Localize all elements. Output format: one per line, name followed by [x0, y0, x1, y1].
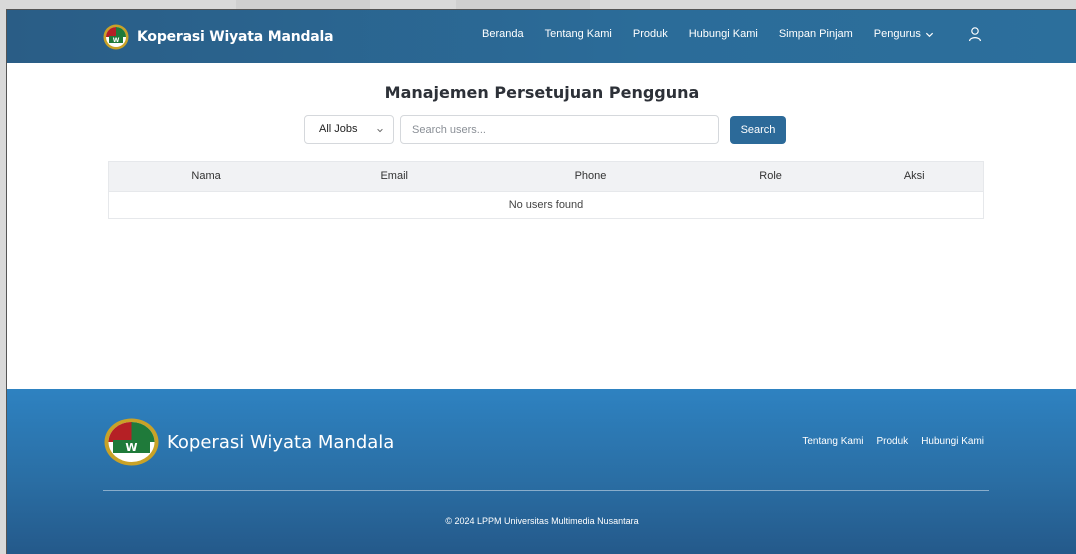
column-header-phone: Phone [574, 170, 607, 183]
koperasi-logo-icon: W [103, 24, 129, 50]
chevron-down-icon [377, 128, 383, 133]
nav-link-produk[interactable]: Produk [633, 28, 668, 40]
navbar: W Koperasi Wiyata Mandala Beranda Tentan… [7, 10, 1076, 63]
table-row: No users found [109, 190, 983, 219]
nav-link-tentang-kami[interactable]: Tentang Kami [545, 28, 612, 40]
column-header-email: Email [380, 170, 408, 183]
brand-name: Koperasi Wiyata Mandala [137, 29, 334, 45]
svg-text:W: W [113, 37, 120, 44]
footer-link-hubungi-kami[interactable]: Hubungi Kami [921, 436, 984, 447]
empty-state-message: No users found [109, 190, 983, 219]
search-input[interactable] [400, 115, 719, 144]
footer-link-tentang-kami[interactable]: Tentang Kami [802, 436, 863, 447]
footer-brand-name: Koperasi Wiyata Mandala [167, 431, 395, 453]
column-header-aksi: Aksi [903, 170, 925, 183]
nav-link-simpan-pinjam[interactable]: Simpan Pinjam [779, 28, 853, 40]
chevron-down-icon [925, 32, 933, 37]
browser-viewport: W Koperasi Wiyata Mandala Beranda Tentan… [6, 9, 1076, 554]
page-title: Manajemen Persetujuan Pengguna [384, 83, 700, 102]
column-header-nama: Nama [191, 170, 221, 183]
footer-brand: W Koperasi Wiyata Mandala [104, 418, 394, 466]
table-header-row: Nama Email Phone Role Aksi [109, 162, 983, 191]
filter-bar: All Jobs Search [7, 115, 1076, 145]
column-header-role: Role [759, 170, 782, 183]
nav-link-hubungi-kami[interactable]: Hubungi Kami [689, 28, 758, 40]
user-icon[interactable] [967, 26, 983, 42]
footer-nav: Tentang Kami Produk Hubungi Kami [789, 436, 984, 447]
footer: W Koperasi Wiyata Mandala Tentang Kami P… [7, 389, 1076, 554]
nav-dropdown-label: Pengurus [873, 28, 921, 40]
footer-divider [103, 490, 989, 491]
users-table: Nama Email Phone Role Aksi No users foun… [108, 161, 984, 219]
job-filter-value: All Jobs [319, 123, 358, 135]
job-filter-select[interactable]: All Jobs [304, 115, 394, 144]
main-nav: Beranda Tentang Kami Produk Hubungi Kami… [482, 28, 955, 40]
brand[interactable]: W Koperasi Wiyata Mandala [103, 24, 334, 50]
nav-dropdown-pengurus[interactable]: Pengurus [874, 28, 934, 40]
footer-link-produk[interactable]: Produk [877, 436, 909, 447]
svg-text:W: W [125, 441, 137, 454]
copyright-text: © 2024 LPPM Universitas Multimedia Nusan… [445, 516, 639, 526]
nav-link-beranda[interactable]: Beranda [482, 28, 524, 40]
search-button[interactable]: Search [730, 116, 786, 144]
koperasi-logo-icon: W [104, 418, 159, 466]
